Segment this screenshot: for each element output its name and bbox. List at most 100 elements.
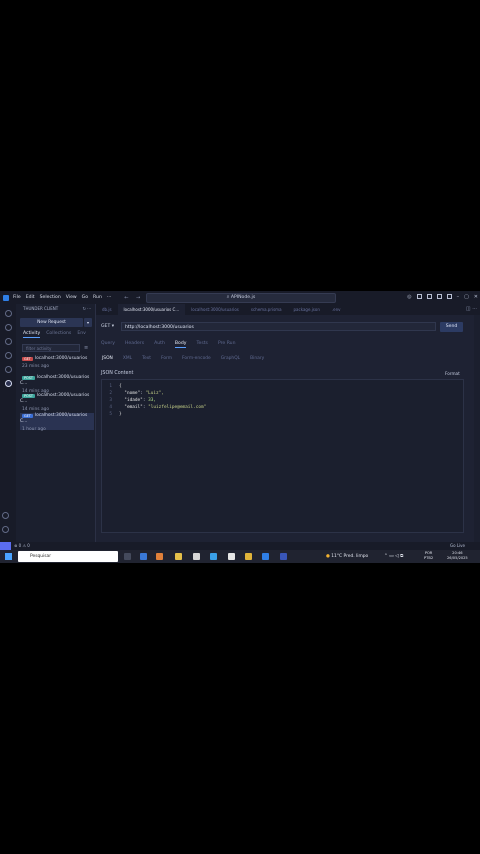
send-button[interactable]: Send (440, 322, 463, 332)
store-icon[interactable] (193, 553, 200, 560)
line-number: 2 (109, 391, 112, 396)
method-badge: GET (22, 413, 33, 418)
sidebar-tab[interactable]: Env (77, 331, 86, 338)
editor-actions-icon[interactable]: ◫ ··· (466, 304, 477, 315)
edge-icon[interactable] (140, 553, 147, 560)
menu-item[interactable]: ··· (107, 295, 111, 300)
terminal-icon[interactable] (280, 553, 287, 560)
json-key: "nome" (124, 391, 141, 396)
body-type-tab[interactable]: Binary (250, 356, 264, 361)
sidebar-actions-icon[interactable]: ↻ ··· (83, 304, 91, 314)
back-arrow-icon[interactable]: ← (124, 295, 128, 301)
window-controls: ◎ – ▢ ✕ (407, 294, 478, 300)
menu-item[interactable]: Selection (40, 295, 61, 300)
method-badge: POST (22, 375, 35, 380)
vscode-logo-icon (3, 294, 9, 301)
copilot-icon[interactable]: ◎ (407, 294, 411, 300)
account-icon[interactable] (2, 512, 9, 519)
url-input[interactable]: http://localhost:3000/usuarios (121, 322, 436, 331)
editor-tab[interactable]: db.js (96, 304, 118, 315)
new-request-dropdown-icon[interactable]: ▾ (84, 318, 92, 327)
request-tab[interactable]: Auth (154, 341, 165, 348)
body-type-tab[interactable]: GraphQL (221, 356, 240, 361)
thunder-client-sidebar: THUNDER CLIENT ↻ ··· New Request ▾ Activ… (16, 304, 96, 542)
request-tab[interactable]: Headers (125, 341, 144, 348)
taskbar-search-input[interactable]: Pesquisar (18, 551, 118, 562)
new-request-button[interactable]: New Request (20, 318, 83, 327)
format-button[interactable]: Format (445, 371, 460, 376)
maximize-icon[interactable]: ▢ (464, 294, 469, 300)
body-type-tab[interactable]: JSON (102, 356, 113, 361)
menu-item[interactable]: View (66, 295, 77, 300)
chrome-icon[interactable] (245, 553, 252, 560)
body-type-tab[interactable]: XML (123, 356, 132, 361)
menu-bar: File Edit Selection View Go Run ··· (13, 295, 116, 300)
weather-widget[interactable]: ● 11°C Pred. limpo (326, 550, 368, 563)
command-search[interactable]: ⌕ APINode.js (146, 293, 336, 303)
menu-item[interactable]: Go (82, 295, 88, 300)
filter-menu-icon[interactable]: ≡ (84, 345, 88, 351)
layout-sidebar-icon[interactable] (416, 294, 422, 299)
request-history-item[interactable]: POST localhost:3000/usuarios C... 14 mins … (20, 393, 94, 412)
mail-icon[interactable] (210, 553, 217, 560)
settings-gear-icon[interactable] (2, 526, 9, 533)
explorer-icon[interactable] (4, 310, 12, 317)
request-tab[interactable]: Tests (196, 341, 207, 348)
body-type-tab[interactable]: Form-encode (182, 356, 211, 361)
layout-custom-icon[interactable] (446, 294, 452, 299)
close-icon[interactable]: ✕ (474, 294, 478, 300)
editor-tabs: db.js localhost:3000/usuarios C... localho… (96, 304, 480, 315)
sidebar-tab[interactable]: Activity (23, 331, 41, 338)
search-text: APINode.js (230, 295, 256, 300)
json-body-editor[interactable]: 1{2 "nome": "Luiz", 3 "idade": 33, 4 "emai… (101, 379, 464, 533)
editor-tab[interactable]: localhost:3000/usuarios C... (117, 304, 186, 315)
request-history-item[interactable]: GET localhost:3000/usuarios C... 1 hour ag… (20, 413, 94, 432)
layout-secondary-icon[interactable] (436, 294, 442, 299)
go-live-button[interactable]: Go Live (450, 542, 465, 550)
menu-item[interactable]: Run (93, 295, 102, 300)
remote-indicator-icon[interactable] (0, 542, 11, 550)
layout-panel-icon[interactable] (426, 294, 432, 299)
sidebar-title: THUNDER CLIENT ↻ ··· (16, 304, 95, 314)
language-indicator[interactable]: POR PTB2 (424, 551, 433, 561)
run-debug-icon[interactable] (4, 352, 12, 359)
windows-taskbar: Pesquisar ● 11°C Pred. limpo ⌃ ▭ ◁ ⧉ POR… (0, 550, 480, 563)
minimize-icon[interactable]: – (457, 294, 460, 300)
editor-tab[interactable]: schema.prisma (245, 304, 288, 315)
problems-indicator[interactable]: ⊗ 0 ⚠ 0 (14, 542, 30, 550)
method-select[interactable]: GET ▾ (101, 324, 114, 329)
app-icon[interactable] (228, 553, 235, 560)
editor-tab[interactable]: .env (326, 304, 347, 315)
line-number: 3 (109, 398, 112, 403)
thunder-client-icon[interactable] (4, 380, 12, 387)
menu-item[interactable]: File (13, 295, 21, 300)
search-icon[interactable] (4, 324, 12, 331)
app-highlighted-icon[interactable] (156, 553, 163, 560)
system-tray-icons[interactable]: ⌃ ▭ ◁ ⧉ (384, 550, 403, 563)
request-tab[interactable]: Pre Run (218, 341, 236, 348)
source-control-icon[interactable] (4, 338, 12, 345)
request-tab[interactable]: Query (101, 341, 115, 348)
file-explorer-icon[interactable] (175, 553, 182, 560)
filter-activity-input[interactable]: filter activity (22, 344, 80, 352)
body-type-tabs: JSON XML Text Form Form-encode GraphQL Binary (102, 356, 264, 361)
forward-arrow-icon[interactable]: → (136, 295, 140, 301)
line-number: 5 (109, 412, 112, 417)
sidebar-tab[interactable]: Collections (46, 331, 71, 338)
extensions-icon[interactable] (4, 366, 12, 373)
vscode-taskbar-icon[interactable] (262, 553, 269, 560)
request-time: 23 mins ago (22, 364, 50, 369)
body-type-tab[interactable]: Form (161, 356, 172, 361)
editor-tab[interactable]: package.json (288, 304, 326, 315)
request-history-item[interactable]: GET localhost:3000/usuarios 23 mins ago (20, 356, 94, 373)
windows-start-icon[interactable] (5, 553, 12, 560)
json-key: "idade" (124, 398, 143, 403)
json-content-label: JSON Content (101, 371, 134, 376)
request-tab[interactable]: Body (174, 341, 187, 348)
editor-tab[interactable]: localhost:3000/usuarios (185, 304, 245, 315)
request-history-item[interactable]: POST localhost:3000/usuarios C... 14 mins … (20, 375, 94, 394)
clock[interactable]: 20:46 26/05/2025 (447, 551, 468, 561)
task-view-icon[interactable] (124, 553, 131, 560)
body-type-tab[interactable]: Text (142, 356, 151, 361)
menu-item[interactable]: Edit (26, 295, 35, 300)
